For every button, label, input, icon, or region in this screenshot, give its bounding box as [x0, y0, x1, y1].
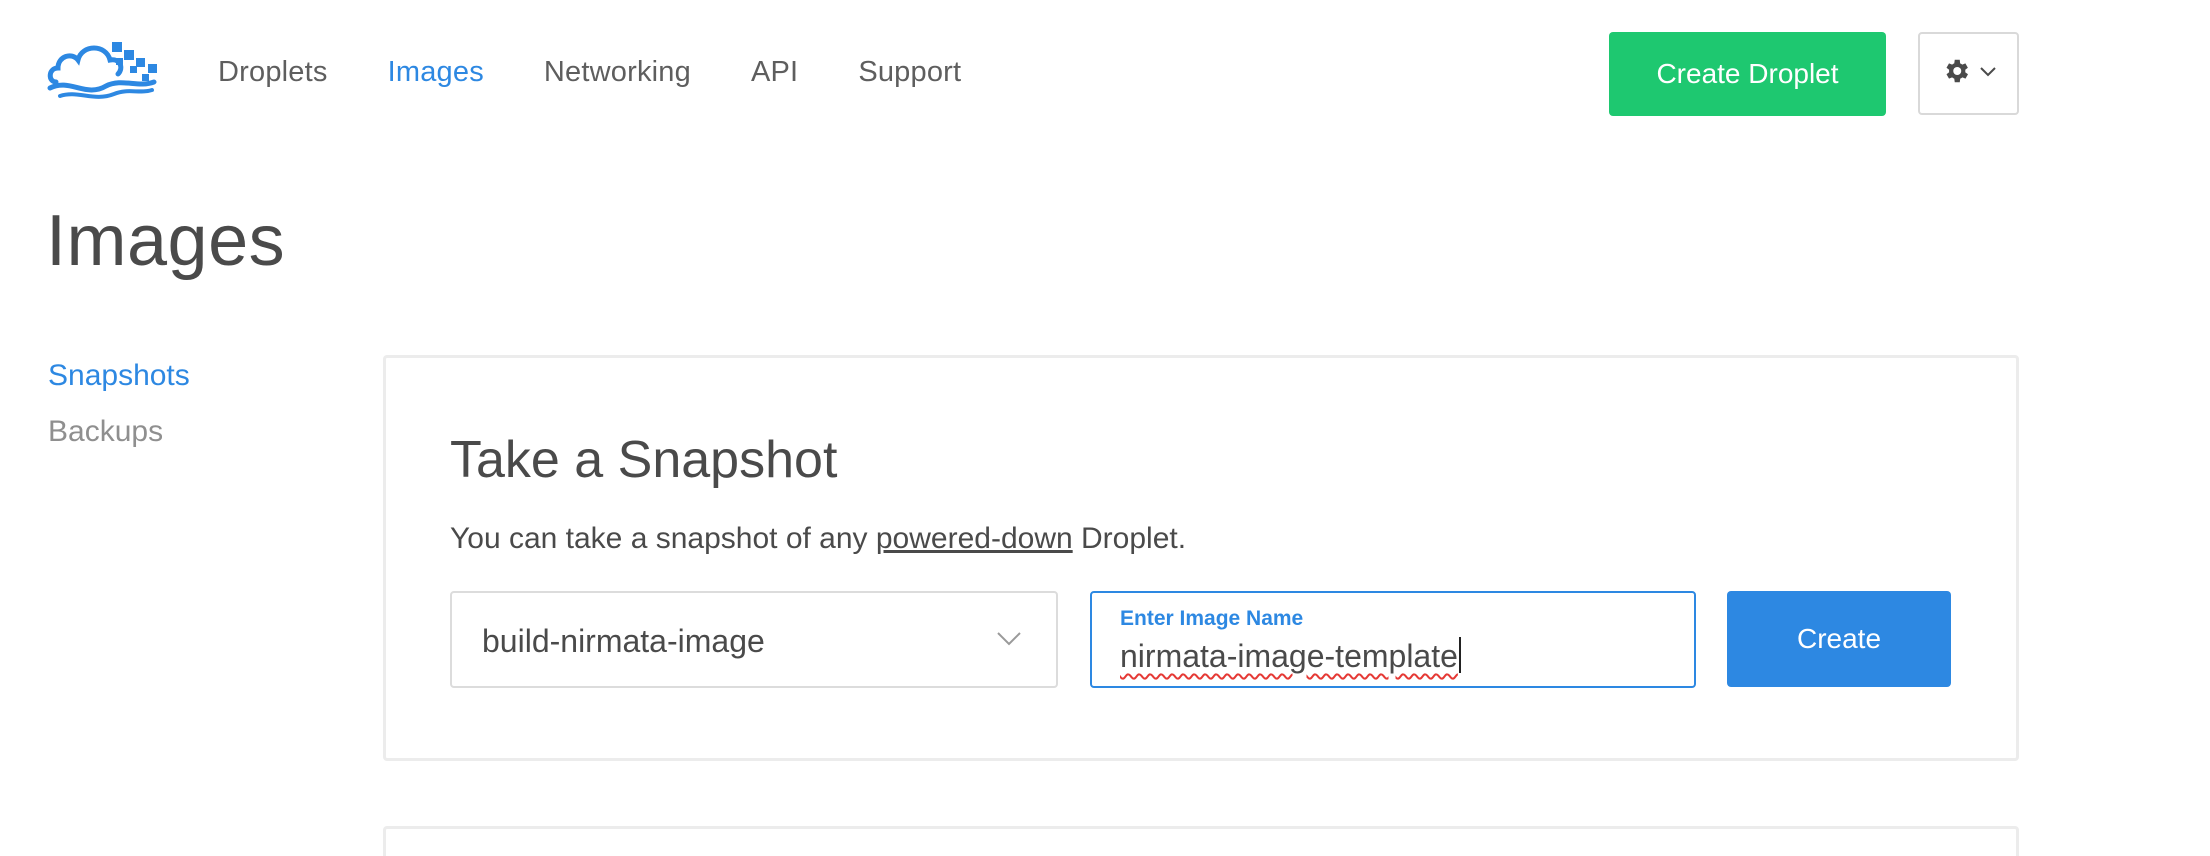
image-name-value-wrap: nirmata-image-template [1120, 637, 1461, 675]
panel-title: Take a Snapshot [450, 431, 838, 489]
main-nav: Droplets Images Networking API Support [218, 52, 1021, 92]
text-caret [1458, 637, 1461, 673]
settings-menu-button[interactable] [1918, 32, 2019, 115]
second-panel [383, 826, 2019, 856]
image-name-value: nirmata-image-template [1120, 638, 1458, 674]
description-text: You can take a snapshot of any [450, 522, 876, 555]
nav-support[interactable]: Support [858, 52, 961, 92]
chevron-down-icon [996, 631, 1022, 652]
images-sidebar: Snapshots Backups [48, 356, 190, 468]
create-droplet-button[interactable]: Create Droplet [1609, 32, 1886, 116]
nav-api[interactable]: API [751, 52, 798, 92]
droplet-select-value: build-nirmata-image [482, 623, 765, 659]
powered-down-link[interactable]: powered-down [876, 522, 1073, 555]
droplet-select[interactable]: build-nirmata-image [450, 591, 1058, 688]
nav-droplets[interactable]: Droplets [218, 52, 328, 92]
sidebar-item-snapshots[interactable]: Snapshots [48, 356, 190, 396]
nav-images[interactable]: Images [388, 52, 484, 92]
image-name-label: Enter Image Name [1120, 607, 1304, 630]
take-snapshot-panel [383, 355, 2019, 761]
create-snapshot-button[interactable]: Create [1727, 591, 1951, 687]
description-text-end: Droplet. [1072, 522, 1187, 555]
page-title: Images [46, 201, 286, 281]
image-name-field[interactable]: Enter Image Name nirmata-image-template [1090, 591, 1696, 688]
gear-icon [1941, 56, 1971, 91]
chevron-down-icon [1979, 65, 1997, 83]
digitalocean-logo-icon[interactable] [46, 38, 160, 102]
nav-networking[interactable]: Networking [544, 52, 691, 92]
sidebar-item-backups[interactable]: Backups [48, 412, 190, 452]
page: Droplets Images Networking API Support C… [0, 0, 2210, 856]
panel-description: You can take a snapshot of any powered-d… [450, 522, 1186, 556]
